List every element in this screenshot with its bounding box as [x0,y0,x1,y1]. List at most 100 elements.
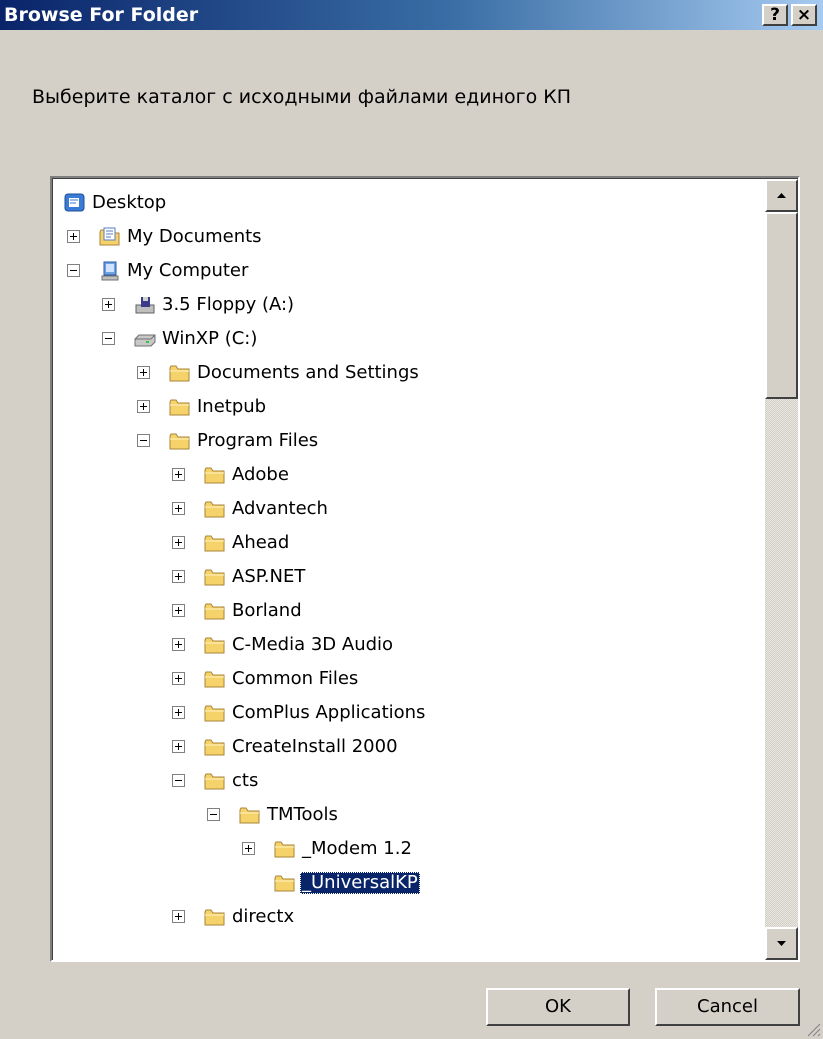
folder-icon [204,739,225,756]
tree-item[interactable]: Desktop [53,189,753,217]
scroll-up-button[interactable] [765,179,798,212]
tree-item-label[interactable]: My Documents [125,226,264,248]
expand-icon[interactable] [172,638,185,651]
tree-item[interactable]: My Documents [53,223,753,251]
tree-item-label[interactable]: Common Files [230,668,360,690]
tree-item[interactable]: ASP.NET [53,563,753,591]
expand-icon[interactable] [67,230,80,243]
tree-item-label[interactable]: My Computer [125,260,250,282]
instruction-text: Выберите каталог с исходными файлами еди… [32,86,572,108]
tree-item-label[interactable]: cts [230,770,260,792]
tree-item-label[interactable]: Desktop [90,192,168,214]
arrow-up-icon [777,193,786,198]
folder-icon [204,909,225,926]
hard-drive-icon [134,334,156,347]
tree-item[interactable]: Inetpub [53,393,753,421]
folder-icon [204,569,225,586]
expand-icon[interactable] [172,910,185,923]
tree-item[interactable]: Program Files [53,427,753,455]
tree-item[interactable]: 3.5 Floppy (A:) [53,291,753,319]
expand-icon[interactable] [172,502,185,515]
expand-icon[interactable] [172,604,185,617]
desktop-icon [64,193,85,212]
tree-item-label[interactable]: Adobe [230,464,291,486]
window-title: Browse For Folder [4,4,199,26]
close-button[interactable]: × [791,4,817,26]
tree-item-label[interactable]: TMTools [265,804,340,826]
title-bar[interactable]: Browse For Folder ? × [0,0,823,30]
tree-item-label[interactable]: Advantech [230,498,330,520]
tree-item[interactable]: Ahead [53,529,753,557]
collapse-icon[interactable] [172,774,185,787]
folder-icon [274,841,295,858]
expand-icon[interactable] [137,366,150,379]
tree-item[interactable]: TMTools [53,801,753,829]
expand-icon[interactable] [172,570,185,583]
folder-icon [204,535,225,552]
folder-icon [204,637,225,654]
tree-item-label[interactable]: Inetpub [195,396,268,418]
cancel-button[interactable]: Cancel [655,988,800,1026]
tree-item-label[interactable]: ASP.NET [230,566,307,588]
my-documents-icon [99,227,120,246]
tree-item[interactable]: cts [53,767,753,795]
collapse-icon[interactable] [137,434,150,447]
tree-item[interactable]: Advantech [53,495,753,523]
folder-icon [204,603,225,620]
vertical-scrollbar[interactable] [765,179,798,960]
expand-icon[interactable] [172,740,185,753]
ok-button[interactable]: OK [486,988,630,1026]
my-computer-icon [101,261,119,281]
expand-icon[interactable] [172,672,185,685]
floppy-drive-icon [135,297,155,314]
tree-item[interactable]: C-Media 3D Audio [53,631,753,659]
folder-icon [204,773,225,790]
tree-item-label[interactable]: _UniversalKP [300,872,420,894]
resize-grip-icon[interactable] [805,1021,821,1037]
expand-icon[interactable] [102,298,115,311]
help-button[interactable]: ? [762,4,788,26]
scroll-thumb[interactable] [765,212,798,399]
expand-icon[interactable] [172,468,185,481]
expand-icon[interactable] [137,400,150,413]
tree-item[interactable]: Documents and Settings [53,359,753,387]
help-icon: ? [770,5,780,25]
folder-icon [169,433,190,450]
expand-icon[interactable] [172,536,185,549]
folder-tree[interactable]: Desktop My Documents My Computer 3.5 Floppy… [50,176,800,962]
scroll-down-button[interactable] [765,927,798,960]
folder-icon [204,671,225,688]
tree-item[interactable]: WinXP (C:) [53,325,753,353]
folder-icon [239,807,260,824]
tree-item-label[interactable]: WinXP (C:) [160,328,259,350]
tree-item-label[interactable]: Program Files [195,430,320,452]
tree-item[interactable]: ComPlus Applications [53,699,753,727]
tree-item-label[interactable]: 3.5 Floppy (A:) [160,294,296,316]
folder-icon [204,705,225,722]
arrow-down-icon [777,941,786,946]
expand-icon[interactable] [172,706,185,719]
tree-item-label[interactable]: directx [230,906,296,928]
tree-item[interactable]: directx [53,903,753,931]
tree-item-label[interactable]: CreateInstall 2000 [230,736,400,758]
folder-icon [274,875,295,892]
tree-item[interactable]: _Modem 1.2 [53,835,753,863]
tree-item-label[interactable]: ComPlus Applications [230,702,427,724]
tree-item[interactable]: CreateInstall 2000 [53,733,753,761]
tree-item-label[interactable]: C-Media 3D Audio [230,634,395,656]
collapse-icon[interactable] [67,264,80,277]
tree-item-label[interactable]: _Modem 1.2 [300,838,414,860]
tree-item-label[interactable]: Ahead [230,532,291,554]
tree-item[interactable]: My Computer [53,257,753,285]
tree-item[interactable]: _UniversalKP [53,869,753,897]
tree-item[interactable]: Borland [53,597,753,625]
tree-item-label[interactable]: Borland [230,600,304,622]
collapse-icon[interactable] [102,332,115,345]
tree-item[interactable]: Adobe [53,461,753,489]
tree-item[interactable]: Common Files [53,665,753,693]
expand-icon[interactable] [242,842,255,855]
collapse-icon[interactable] [207,808,220,821]
folder-icon [169,399,190,416]
close-icon: × [796,5,812,25]
tree-item-label[interactable]: Documents and Settings [195,362,421,384]
